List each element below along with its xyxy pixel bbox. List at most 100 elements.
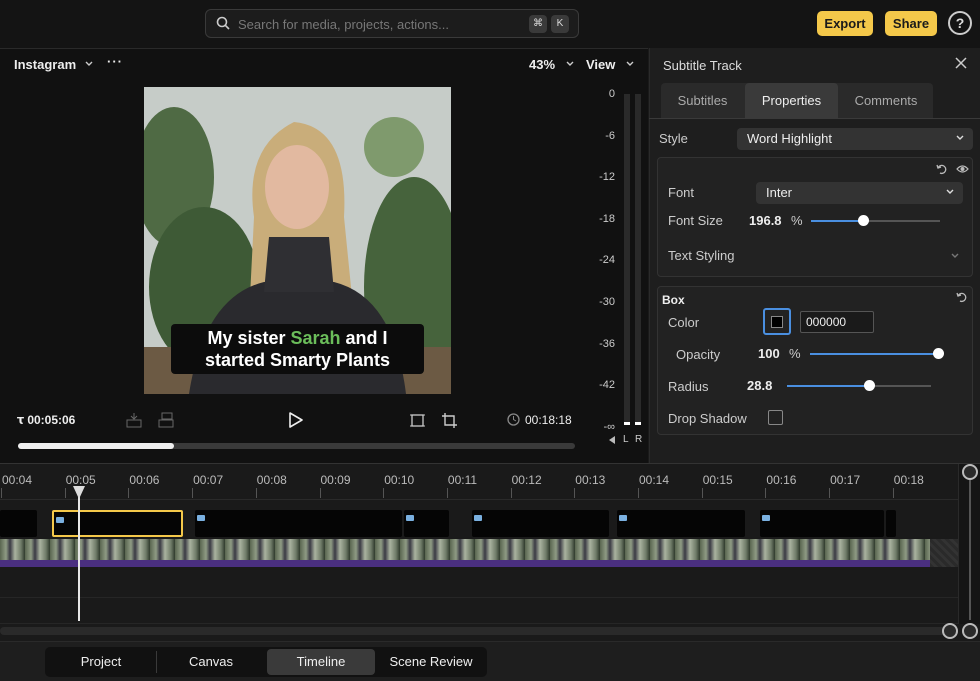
drop-shadow-checkbox[interactable] (768, 410, 783, 425)
box-title: Box (662, 293, 685, 307)
fit-frame-icon[interactable] (410, 413, 425, 428)
playhead-handle-icon[interactable] (73, 486, 85, 500)
play-icon[interactable] (289, 412, 303, 428)
tab-subtitles[interactable]: Subtitles (661, 83, 744, 118)
subtitle-clip[interactable] (886, 510, 896, 537)
subtitle-clip[interactable] (404, 510, 449, 537)
chevron-down-icon (85, 61, 93, 66)
meter-collapse-icon[interactable] (609, 436, 615, 444)
drop-shadow-label: Drop Shadow (668, 411, 747, 426)
timeline-tick-label: 00:11 (447, 473, 478, 487)
meter-bar-right (635, 94, 641, 422)
meter-db-label: 0 (608, 88, 615, 100)
color-hex-input[interactable]: 000000 (800, 311, 874, 333)
audio-waveform[interactable] (0, 560, 930, 567)
mode-timeline[interactable]: Timeline (267, 649, 375, 675)
meter-db-label: -12 (599, 171, 615, 184)
meter-db-label: -42 (599, 379, 615, 392)
timeline-tick-label: 00:13 (575, 473, 606, 487)
timeline-tick-label: 00:07 (193, 473, 224, 487)
horizontal-scrollbar[interactable] (0, 627, 958, 635)
search-icon (216, 16, 230, 30)
timeline-tick-mark (638, 488, 639, 498)
radius-label: Radius (668, 379, 709, 394)
timeline-tick-label: 00:09 (320, 473, 351, 487)
close-icon[interactable] (955, 57, 967, 69)
share-button[interactable]: Share (885, 11, 937, 36)
subtitle-clip[interactable] (0, 510, 37, 537)
timeline-tick-label: 00:05 (65, 473, 96, 487)
timeline-tick-label: 00:12 (511, 473, 542, 487)
timeline-tick-mark (192, 488, 194, 498)
video-filmstrip[interactable] (0, 539, 930, 560)
font-size-value[interactable]: 196.8 (749, 213, 782, 228)
timeline-tick-mark (701, 488, 703, 498)
mode-canvas[interactable]: Canvas (157, 649, 265, 675)
timeline-tick-mark (892, 488, 894, 498)
export-button[interactable]: Export (817, 11, 873, 36)
font-size-unit: % (791, 213, 803, 228)
timeline-ruler[interactable]: 00:04 00:05 00:06 00:07 00:08 00:09 00:10 00:11… (0, 464, 958, 500)
text-styling-label[interactable]: Text Styling (668, 248, 734, 263)
subtitle-clip-selected[interactable] (52, 510, 183, 537)
font-label: Font (668, 185, 695, 200)
opacity-label: Opacity (676, 347, 721, 362)
visibility-eye-icon[interactable] (956, 164, 969, 174)
overwrite-clip-icon[interactable] (158, 412, 174, 428)
view-menu[interactable]: View (586, 57, 635, 72)
preset-label: Instagram (14, 57, 77, 72)
font-size-label: Font Size (668, 213, 723, 228)
style-label: Style (659, 131, 688, 146)
font-select[interactable]: Inter (756, 182, 963, 204)
playback-progress (18, 443, 174, 449)
mode-scene-review[interactable]: Scene Review (377, 649, 485, 675)
subtitle-clip[interactable] (472, 510, 609, 537)
tab-comments[interactable]: Comments (839, 83, 933, 118)
radius-slider-knob[interactable] (864, 380, 876, 391)
timeline-tick-mark (1, 488, 2, 498)
meter-channel-left: L (623, 434, 629, 445)
color-swatch[interactable] (763, 308, 791, 335)
color-label: Color (668, 315, 700, 330)
meter-channel-right: R (635, 434, 643, 445)
caption-line-2: started Smarty Plants (204, 350, 391, 370)
mode-project[interactable]: Project (47, 649, 155, 675)
search-input[interactable] (238, 14, 518, 34)
subtitle-clip[interactable] (617, 510, 745, 537)
subtitle-clip[interactable] (760, 510, 884, 537)
empty-track-1 (0, 568, 958, 598)
timeline-tick-mark (128, 488, 130, 498)
style-select[interactable]: Word Highlight (737, 128, 973, 150)
view-label: View (586, 57, 616, 72)
insert-clip-icon[interactable] (126, 412, 142, 428)
opacity-value[interactable]: 100 (758, 346, 780, 361)
search-box[interactable]: ⌘ K (205, 9, 579, 38)
meter-db-label: -36 (599, 337, 615, 350)
reset-icon[interactable] (936, 163, 948, 175)
zoom-selector[interactable]: 43% (529, 57, 575, 72)
preset-selector[interactable]: Instagram (14, 57, 94, 72)
subtitle-caption[interactable]: My sister Sarah and I started Smarty Pla… (171, 324, 424, 374)
timeline-tick-mark (765, 488, 767, 498)
reset-icon[interactable] (956, 291, 968, 303)
scroll-handle-right[interactable] (962, 623, 978, 639)
more-options-icon[interactable]: ··· (107, 54, 123, 69)
crop-icon[interactable] (442, 413, 457, 428)
timeline-tick-mark (829, 488, 831, 498)
empty-track-2 (0, 598, 958, 624)
font-size-slider-knob[interactable] (857, 215, 869, 226)
scroll-handle-left[interactable] (942, 623, 958, 639)
chevron-down-icon[interactable] (950, 251, 960, 261)
playhead[interactable] (78, 487, 80, 621)
chevron-down-icon (566, 61, 574, 66)
opacity-slider-knob[interactable] (933, 348, 944, 359)
radius-value[interactable]: 28.8 (747, 378, 772, 393)
timeline-tick-label: 00:08 (256, 473, 287, 487)
tab-properties[interactable]: Properties (745, 83, 838, 118)
timeline-tick-label: 00:04 (2, 473, 33, 487)
zoom-handle-top[interactable] (962, 464, 978, 480)
timeline-tick-label: 00:10 (384, 473, 415, 487)
playhead-marker-icon: ꚍ (17, 413, 24, 427)
help-icon[interactable]: ? (948, 11, 972, 35)
subtitle-clip[interactable] (195, 510, 402, 537)
